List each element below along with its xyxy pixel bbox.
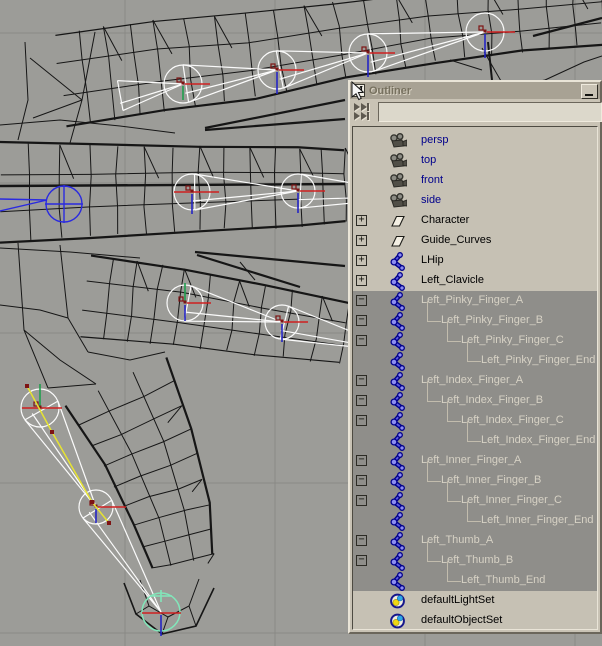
node-label: defaultObjectSet bbox=[421, 614, 502, 626]
outliner-titlebar[interactable]: M Outliner bbox=[350, 82, 600, 99]
joint-icon bbox=[389, 252, 407, 271]
joint-icon bbox=[389, 332, 407, 351]
node-label: Guide_Curves bbox=[421, 234, 491, 246]
expand-toggle[interactable]: − bbox=[356, 535, 367, 546]
tree-connector bbox=[467, 421, 481, 442]
joint-icon bbox=[389, 512, 407, 531]
camera-icon bbox=[389, 132, 407, 151]
tree-connector bbox=[447, 561, 461, 582]
outliner-row[interactable]: defaultObjectSet bbox=[353, 611, 597, 630]
outliner-row[interactable]: top bbox=[353, 151, 597, 171]
expand-toggle[interactable]: + bbox=[356, 255, 367, 266]
outliner-row[interactable]: − Left_Thumb_B bbox=[353, 551, 597, 571]
expand-toggle[interactable]: − bbox=[356, 335, 367, 346]
outliner-row[interactable]: Left_Thumb_End bbox=[353, 571, 597, 591]
expand-toggle[interactable]: − bbox=[356, 555, 367, 566]
node-label: Left_Clavicle bbox=[421, 274, 484, 286]
outliner-row[interactable]: front bbox=[353, 171, 597, 191]
joint-icon bbox=[389, 532, 407, 551]
node-label: Left_Thumb_End bbox=[461, 574, 545, 586]
set-icon bbox=[389, 612, 407, 630]
outliner-rows: persp top front bbox=[352, 126, 598, 630]
outliner-row[interactable]: + LHip bbox=[353, 251, 597, 271]
outliner-row[interactable]: Left_Index_Finger_End bbox=[353, 431, 597, 451]
expand-toggle[interactable]: − bbox=[356, 495, 367, 506]
outliner-row[interactable]: − Left_Thumb_A bbox=[353, 531, 597, 551]
outliner-row[interactable]: Left_Pinky_Finger_End bbox=[353, 351, 597, 371]
node-label: Left_Index_Finger_End bbox=[481, 434, 595, 446]
joint-icon bbox=[389, 452, 407, 471]
expand-toggle[interactable]: − bbox=[356, 395, 367, 406]
outliner-filter-icon[interactable] bbox=[353, 102, 375, 122]
outliner-row[interactable]: − Left_Inner_Finger_B bbox=[353, 471, 597, 491]
transform-icon bbox=[389, 232, 407, 251]
outliner-window: M Outliner persp bbox=[348, 80, 602, 634]
node-label: side bbox=[421, 194, 441, 206]
joint-icon bbox=[389, 412, 407, 431]
tree-connector bbox=[447, 481, 461, 502]
expand-toggle[interactable]: − bbox=[356, 475, 367, 486]
node-label: Character bbox=[421, 214, 469, 226]
outliner-row[interactable]: side bbox=[353, 191, 597, 211]
outliner-row[interactable]: Left_Inner_Finger_End bbox=[353, 511, 597, 531]
expand-toggle[interactable]: + bbox=[356, 275, 367, 286]
camera-icon bbox=[389, 192, 407, 211]
set-icon bbox=[389, 592, 407, 611]
joint-icon bbox=[389, 272, 407, 291]
tree-connector bbox=[467, 501, 481, 522]
joint-icon bbox=[389, 432, 407, 451]
transform-icon bbox=[389, 212, 407, 231]
tree-connector bbox=[427, 541, 441, 562]
outliner-row[interactable]: persp bbox=[353, 131, 597, 151]
joint-icon bbox=[389, 372, 407, 391]
outliner-filter-input[interactable] bbox=[378, 102, 602, 122]
outliner-row[interactable]: − Left_Inner_Finger_A bbox=[353, 451, 597, 471]
outliner-toolbar bbox=[350, 99, 600, 126]
joint-icon bbox=[389, 572, 407, 591]
joint-icon bbox=[389, 352, 407, 371]
outliner-row[interactable]: − Left_Index_Finger_B bbox=[353, 391, 597, 411]
node-label: top bbox=[421, 154, 436, 166]
outliner-row[interactable]: − Left_Pinky_Finger_B bbox=[353, 311, 597, 331]
node-label: LHip bbox=[421, 254, 444, 266]
camera-icon bbox=[389, 172, 407, 191]
node-label: Left_Inner_Finger_End bbox=[481, 514, 594, 526]
expand-toggle[interactable]: + bbox=[356, 235, 367, 246]
joint-icon bbox=[389, 292, 407, 311]
tree-connector bbox=[467, 341, 481, 362]
window-title: Outliner bbox=[369, 85, 411, 97]
expand-toggle[interactable]: − bbox=[356, 315, 367, 326]
expand-toggle[interactable]: − bbox=[356, 375, 367, 386]
node-label: persp bbox=[421, 134, 449, 146]
node-label: Left_Pinky_Finger_End bbox=[481, 354, 595, 366]
outliner-row[interactable]: + Left_Clavicle bbox=[353, 271, 597, 291]
joint-icon bbox=[389, 312, 407, 331]
expand-toggle[interactable]: − bbox=[356, 415, 367, 426]
minimize-icon bbox=[585, 94, 593, 96]
joint-icon bbox=[389, 472, 407, 491]
screen: { "window": { "title": "Outliner", "mini… bbox=[0, 0, 602, 646]
node-label: front bbox=[421, 174, 443, 186]
joint-icon bbox=[389, 392, 407, 411]
tree-connector bbox=[447, 321, 461, 342]
outliner-row[interactable]: − Left_Index_Finger_A bbox=[353, 371, 597, 391]
tree-connector bbox=[427, 301, 441, 322]
mouse-cursor bbox=[350, 81, 368, 103]
node-label: defaultLightSet bbox=[421, 594, 494, 606]
tree-connector bbox=[427, 381, 441, 402]
tree-connector bbox=[427, 461, 441, 482]
minimize-button[interactable] bbox=[581, 84, 598, 99]
outliner-row[interactable]: defaultLightSet bbox=[353, 591, 597, 611]
tree-connector bbox=[447, 401, 461, 422]
joint-icon bbox=[389, 552, 407, 571]
expand-toggle[interactable]: − bbox=[356, 455, 367, 466]
expand-toggle[interactable]: + bbox=[356, 215, 367, 226]
camera-icon bbox=[389, 152, 407, 171]
joint-icon bbox=[389, 492, 407, 511]
expand-toggle[interactable]: − bbox=[356, 295, 367, 306]
outliner-row[interactable]: − Left_Pinky_Finger_A bbox=[353, 291, 597, 311]
outliner-row[interactable]: + Character bbox=[353, 211, 597, 231]
outliner-row[interactable]: + Guide_Curves bbox=[353, 231, 597, 251]
